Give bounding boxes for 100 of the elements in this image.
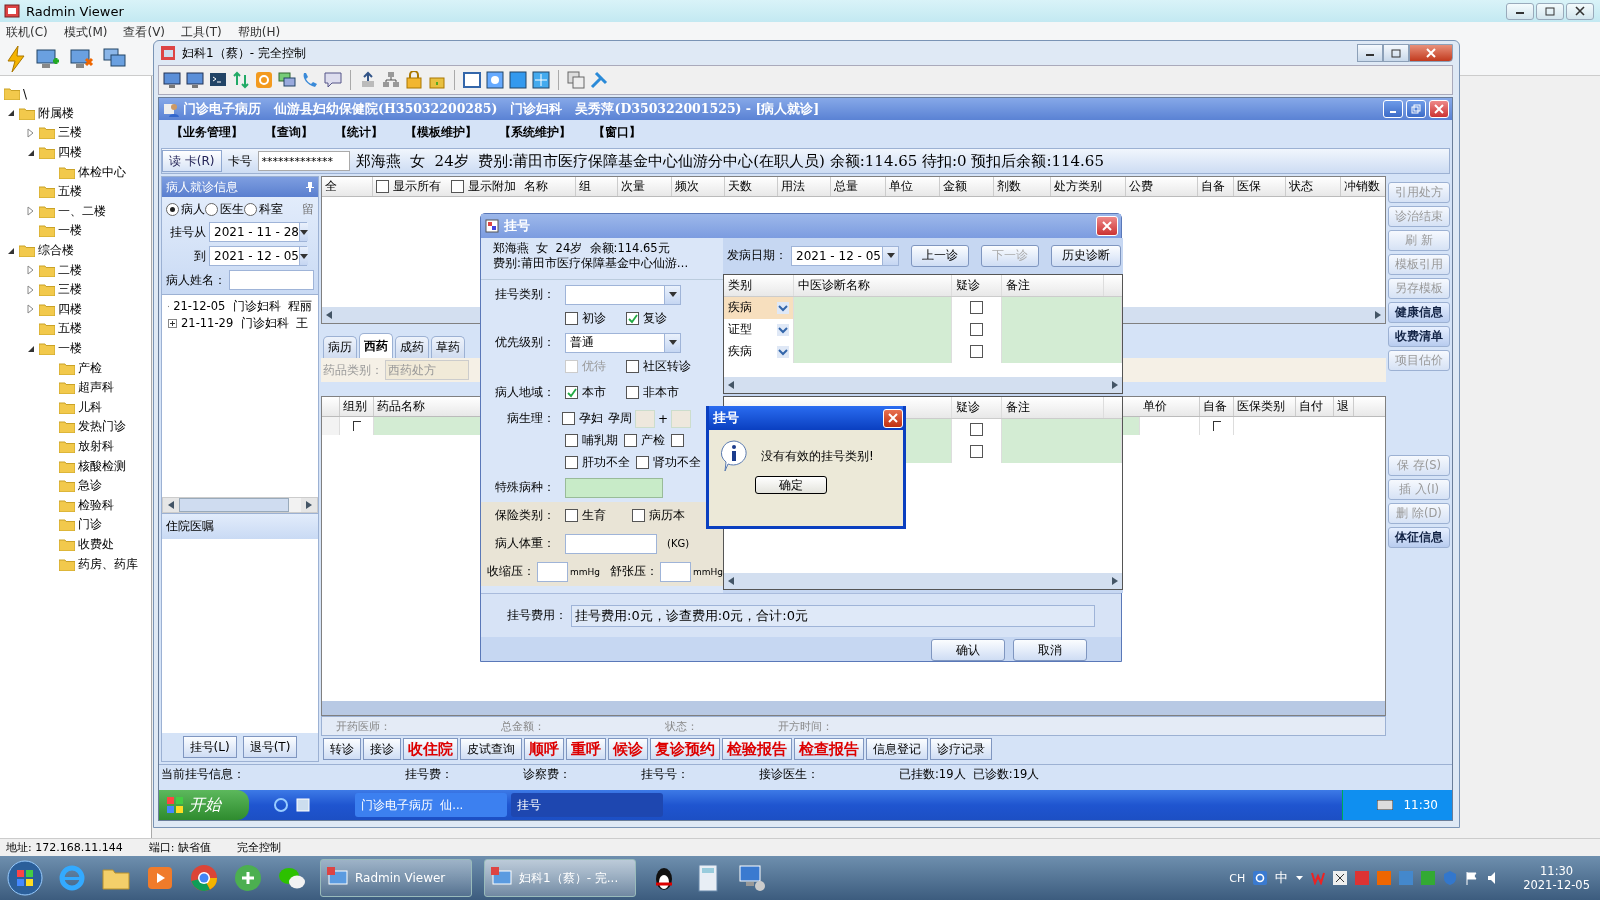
phone-icon[interactable] <box>301 71 319 89</box>
keyboard-icon[interactable] <box>1377 800 1394 810</box>
scroll-left-icon[interactable] <box>326 311 332 319</box>
network-computer-icon[interactable] <box>736 862 768 894</box>
menu-item[interactable]: 帮助(H) <box>237 23 281 41</box>
tree-item[interactable]: 一、二楼 <box>58 202 106 220</box>
tree-item[interactable]: 一楼 <box>58 340 82 357</box>
tree-item[interactable]: 放射科 <box>78 438 114 455</box>
menu-item[interactable]: 【窗口】 <box>593 124 641 140</box>
tree-item[interactable]: 二楼 <box>58 261 82 279</box>
scroll-left-icon[interactable] <box>168 501 174 509</box>
chat-icon[interactable] <box>278 71 296 89</box>
scroll-right-icon[interactable] <box>1112 380 1118 389</box>
action-button[interactable]: 复诊预约 <box>650 738 720 760</box>
tree-item[interactable]: 检验科 <box>78 496 114 514</box>
menu-item[interactable]: 查看(V) <box>123 23 166 41</box>
radio-button[interactable]: 病人 <box>166 201 205 218</box>
tab[interactable]: 成药 <box>395 336 429 358</box>
day-field[interactable] <box>671 409 692 428</box>
tree-item[interactable]: 附属楼 <box>38 104 74 122</box>
tree-item[interactable]: 发热门诊 <box>78 418 126 436</box>
ok-button[interactable]: 确定 <box>755 476 827 494</box>
lightning-icon[interactable] <box>6 45 26 72</box>
tree-item[interactable]: 三楼 <box>58 281 82 299</box>
tree-item[interactable]: 儿科 <box>78 398 102 416</box>
minimize-icon[interactable] <box>1357 44 1383 62</box>
scrollbar[interactable] <box>322 701 1385 715</box>
caret-icon[interactable] <box>886 253 895 259</box>
action-button[interactable]: 皮试查询 <box>460 738 522 760</box>
tree-item[interactable]: 超声科 <box>78 379 114 397</box>
tree-item[interactable]: 综合楼 <box>38 242 74 260</box>
caret-icon[interactable] <box>668 340 677 346</box>
panel-button[interactable]: 挂号(L) <box>182 736 237 758</box>
checkbox[interactable]: 哺乳期 <box>565 432 618 450</box>
tree-item[interactable]: 体检中心 <box>78 163 126 181</box>
close-icon[interactable] <box>1333 871 1348 885</box>
checkbox[interactable]: 社区转诊 <box>626 358 691 376</box>
dialog-button[interactable]: 取消 <box>1013 639 1087 661</box>
dropdown-icon[interactable] <box>777 301 789 314</box>
card-number-field[interactable]: ************* <box>257 151 350 171</box>
start-button[interactable] <box>6 859 44 897</box>
scrollbar[interactable] <box>724 572 1122 589</box>
diastolic-field[interactable] <box>660 561 691 582</box>
caret-icon[interactable] <box>1296 876 1304 880</box>
checkbox[interactable]: 肾功不全 <box>636 454 701 472</box>
tree-item[interactable]: 核酸检测 <box>78 457 126 475</box>
tab[interactable]: 西药 <box>359 333 393 358</box>
add-computer-icon[interactable] <box>34 46 60 71</box>
name-field[interactable] <box>229 270 314 290</box>
visit-item[interactable]: 21-11-29 门诊妇科 王 <box>181 316 308 331</box>
checkbox[interactable] <box>970 423 983 437</box>
side-button[interactable]: 体征信息 <box>1388 527 1450 548</box>
action-button[interactable]: 诊疗记录 <box>930 738 992 760</box>
scroll-right-icon[interactable] <box>306 501 312 509</box>
desktop-icon[interactable] <box>295 797 311 813</box>
side-button[interactable]: 收费清单 <box>1388 326 1450 347</box>
visit-item[interactable]: 21-12-05 门诊妇科 程丽 <box>173 299 312 314</box>
lock-icon[interactable] <box>405 71 423 89</box>
network-icon[interactable] <box>382 71 400 89</box>
menu-item[interactable]: 【查询】 <box>265 124 313 140</box>
tray-text[interactable]: CH <box>1229 871 1246 885</box>
minimize-icon[interactable] <box>1506 2 1534 20</box>
remove-computer-icon[interactable] <box>68 46 94 71</box>
tree-item[interactable]: 收费处 <box>78 535 114 553</box>
tree-item[interactable]: 四楼 <box>58 300 82 318</box>
checkbox[interactable]: 肝功不全 <box>565 454 630 472</box>
checkbox[interactable] <box>970 345 983 359</box>
nav-button[interactable]: 上一诊 <box>911 244 969 267</box>
dropdown[interactable]: 普通 <box>565 332 681 353</box>
tree-item[interactable]: 急诊 <box>78 477 102 495</box>
action-button[interactable]: 检查报告 <box>794 738 864 760</box>
menu-item[interactable]: 【业务管理】 <box>171 124 243 140</box>
scroll-right-icon[interactable] <box>1112 576 1118 585</box>
category-dropdown[interactable]: 疾病 <box>724 296 794 319</box>
action-button[interactable]: 转诊 <box>323 738 361 760</box>
date-picker[interactable]: 2021 - 12 - 05 <box>209 246 307 266</box>
checkbox[interactable]: 病历本 <box>632 507 685 525</box>
nav-button[interactable]: 历史诊断 <box>1051 244 1121 267</box>
special-disease-field[interactable] <box>565 477 663 498</box>
checkbox[interactable]: 显示所有 <box>376 179 441 194</box>
tree-item[interactable]: \ <box>23 86 28 101</box>
tree-item[interactable]: 一楼 <box>58 222 82 240</box>
scroll-left-icon[interactable] <box>728 576 734 585</box>
menu-item[interactable]: 【系统维护】 <box>499 124 571 140</box>
scroll-right-icon[interactable] <box>1375 311 1381 319</box>
window-mode-icon[interactable] <box>463 71 481 89</box>
panel-button[interactable]: 退号(T) <box>242 736 298 758</box>
action-button[interactable]: 候诊 <box>608 738 648 760</box>
action-button[interactable]: 接诊 <box>363 738 401 760</box>
tree-item[interactable]: 产检 <box>78 359 102 377</box>
checkbox[interactable]: 复诊 <box>626 310 667 328</box>
menu-item[interactable]: 模式(M) <box>63 23 108 41</box>
checkbox[interactable] <box>1212 421 1221 431</box>
tree-item[interactable]: 三楼 <box>58 124 82 142</box>
tree-item[interactable]: 药房、药库 <box>78 555 138 573</box>
scrollbar[interactable] <box>724 376 1122 393</box>
copy-icon[interactable] <box>567 71 585 89</box>
dropdown-icon[interactable] <box>777 345 789 358</box>
menu-item[interactable]: 【模板维护】 <box>405 124 477 140</box>
plus-circle-icon[interactable] <box>232 862 264 894</box>
